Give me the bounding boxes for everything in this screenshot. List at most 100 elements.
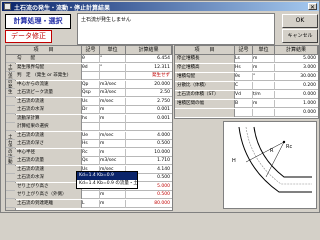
cell-unit: m <box>253 55 275 63</box>
cell-val[interactable]: 0.000 <box>275 91 318 99</box>
cell-val[interactable]: 2.750 <box>126 98 172 106</box>
data-edit-button[interactable]: データ修正 <box>5 30 52 43</box>
table-row: 土石流の深さ Hs m 0.500 <box>6 140 172 148</box>
cell-unit: m <box>100 148 126 157</box>
cell-unit <box>100 123 126 131</box>
cell-sym <box>82 123 100 131</box>
cancel-button[interactable]: キャンセル <box>282 29 318 43</box>
cell-item: 土石流の流速 <box>15 97 82 106</box>
cell-sym: C <box>235 82 253 90</box>
table-row: せり上がり高さ（外側） m 0.500 <box>6 191 172 199</box>
cell-val[interactable]: 10.000 <box>126 149 172 157</box>
outer-bank-line <box>238 126 312 193</box>
table-row: 土石流ピーク流量 Qsp m3/sec 2.50 <box>6 89 172 97</box>
cell-val[interactable]: 1.000 <box>275 100 318 108</box>
col-header-result: 計算結果 <box>275 46 318 55</box>
cell-item: 堆積勾配 <box>175 73 235 81</box>
table-row: 土石流の体積（ST） Vd t/m 0.000 <box>175 91 318 99</box>
table-row: 停止堆積長 Ls m 5.000 <box>175 55 318 63</box>
cell-unit: ° <box>100 63 126 72</box>
cell-val[interactable]: 0.000 <box>275 109 318 117</box>
calc-select-button[interactable]: 計算処理・選択 <box>5 14 71 29</box>
cell-sym: Qs <box>82 157 100 165</box>
col-header-unit: 単位 <box>253 46 275 55</box>
cell-unit: m <box>100 106 126 114</box>
cell-item: 土石流の流速 <box>15 131 82 140</box>
cell-val[interactable]: 0.500 <box>126 191 172 199</box>
cell-unit: m3/sec <box>100 89 126 97</box>
cell-val[interactable]: 0.001 <box>126 106 172 114</box>
message-box: 土石流が発生しません <box>77 13 275 45</box>
cell-val[interactable]: 5.000 <box>275 55 318 63</box>
cell-item: せり上がり高さ <box>15 182 82 191</box>
cell-item: 停止堆積高 <box>175 64 235 72</box>
cell-val[interactable]: 0.001 <box>126 115 172 123</box>
cell-sym: θ <box>82 55 100 63</box>
cell-item: 土石流の深さ <box>15 140 82 148</box>
cell-unit: ° <box>253 73 275 81</box>
cell-val[interactable]: 20.000 <box>126 81 172 89</box>
cell-item: 分散比（体積） <box>175 82 235 90</box>
diagram-label-rc: Rc <box>286 144 292 150</box>
cell-sym: Qsp <box>82 89 100 97</box>
col-header-result: 計算結果 <box>126 46 172 55</box>
cell-val[interactable]: 1.710 <box>126 157 172 165</box>
cell-val[interactable]: 6.454 <box>126 55 172 63</box>
main-window: 土石流の発生・流動・停止計算結果 ✕ 計算処理・選択 データ修正 土石流が発生し… <box>0 0 320 213</box>
table-row: 計算結果の選択 <box>6 123 172 131</box>
cell-item: せり上がり高さ（外側） <box>15 191 82 199</box>
dropdown-option[interactable]: Kd=1.4 Kb=0.9 の流量・土石流 <box>77 180 137 188</box>
cell-sym: Hs <box>235 64 253 72</box>
cell-item: 土石流の水深 <box>15 174 82 182</box>
table-row: 土石流の水深 Dr m 0.001 <box>6 106 172 114</box>
cell-val[interactable]: 2.50 <box>126 89 172 97</box>
table-row: 堆積勾配 θs ° 30.000 <box>175 73 318 81</box>
cell-val[interactable]: 発生せず <box>126 72 172 80</box>
cell-sym: Ue <box>82 131 100 140</box>
cell-unit: m <box>100 140 126 148</box>
cell-sym <box>82 72 100 80</box>
calc-result-dropdown[interactable]: Kd=1.4 Kb=0.9 Kd=1.4 Kb=0.9 の流量・土石流 <box>76 171 138 189</box>
cell-item: 発生限界勾配 <box>15 63 82 72</box>
table-row: 土石流の流量 Qs m3/sec 1.710 <box>6 157 172 165</box>
table-row: 分散比（体積） C 0.200 <box>175 82 318 90</box>
radius-line <box>245 141 285 163</box>
cell-item: 中心からの流速 <box>15 80 82 89</box>
cell-item: 判 定 (発生 or 非発生) <box>15 72 82 80</box>
cell-val[interactable]: 30.000 <box>275 73 318 81</box>
col-header-item: 項 目 <box>175 46 235 55</box>
cell-val[interactable]: 80.000 <box>126 200 172 208</box>
dropdown-option[interactable]: Kd=1.4 Kb=0.9 <box>77 172 137 180</box>
app-icon <box>4 3 11 10</box>
cell-item: 土石流の流量 <box>15 157 82 165</box>
radius-line <box>265 141 285 178</box>
cell-unit: t/m <box>253 91 275 99</box>
cell-sym: θd <box>82 63 100 72</box>
cell-item: 土石流の体積（ST） <box>175 91 235 99</box>
table-row: 中心からの流速 Qp m3/sec 20.000 <box>6 80 172 89</box>
cell-sym: Rc <box>82 148 100 157</box>
deposition-table: 項 目 記号 単位 計算結果 停止堆積長 Ls m 5.000 停止堆積高 Hs m 3.00… <box>174 45 319 119</box>
cell-item: 土石流ピーク流量 <box>15 89 82 97</box>
cell-val[interactable]: 3.000 <box>275 64 318 72</box>
table-row: 土石流の流速 Ue m/sec 4.000 <box>6 131 172 140</box>
cell-sym: θs <box>235 73 253 81</box>
table-row: 堆積区間の幅 Bm 1.000 <box>175 100 318 108</box>
cell-val[interactable]: 4.000 <box>126 132 172 140</box>
close-icon[interactable]: ✕ <box>308 3 317 11</box>
cell-item: 土石流の流速 <box>15 165 82 174</box>
cell-unit: m <box>100 114 126 123</box>
ok-button[interactable]: OK <box>282 14 318 28</box>
cell-val[interactable]: 0.200 <box>275 82 318 90</box>
cell-item: 計算結果の選択 <box>15 123 82 131</box>
cell-sym: L <box>82 199 100 208</box>
cell-unit: m/sec <box>100 131 126 140</box>
cell-val[interactable]: 12.311 <box>126 64 172 72</box>
table-row: 土石流の到達距離 Lm 80.000 <box>6 199 172 208</box>
cell-val[interactable] <box>126 123 172 131</box>
col-header-symbol: 記号 <box>82 46 100 55</box>
table-row: 停止堆積高 Hs m 3.000 <box>175 64 318 72</box>
center-point <box>282 140 286 144</box>
col-header-item: 項 目 <box>6 46 82 55</box>
cell-val[interactable]: 0.500 <box>126 140 172 148</box>
